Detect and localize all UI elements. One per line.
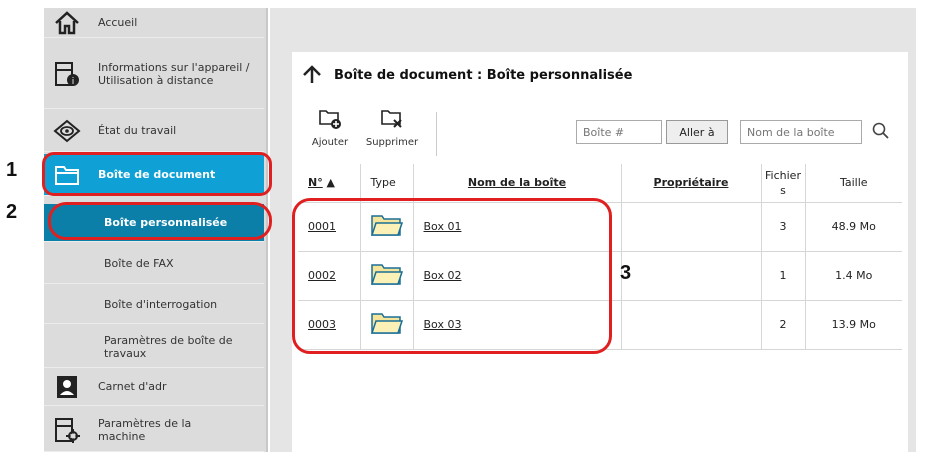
sidebar-item-label: Paramètres de boîte de travaux	[104, 333, 233, 360]
add-box-button[interactable]: Ajouter	[300, 108, 360, 148]
box-number-input[interactable]	[576, 120, 662, 144]
sidebar-item-polling-box[interactable]: Boîte d'interrogation	[44, 286, 264, 324]
page-header: Boîte de document : Boîte personnalisée	[302, 62, 632, 88]
box-owner	[621, 300, 762, 350]
add-folder-icon	[318, 108, 342, 133]
box-owner	[621, 202, 762, 252]
sidebar-item-job-status[interactable]: État du travail	[44, 110, 264, 152]
up-arrow-icon[interactable]	[302, 65, 322, 85]
column-number[interactable]: N° ▲	[298, 164, 361, 203]
delete-folder-icon	[380, 108, 404, 133]
sort-ascending-icon: ▲	[322, 176, 336, 190]
sidebar-item-fax-box[interactable]: Boîte de FAX	[44, 244, 264, 284]
home-icon	[52, 8, 82, 38]
callout-number-3: 3	[620, 262, 632, 284]
sidebar-item-label: Boîte d'interrogation	[104, 298, 218, 311]
sidebar-item-label: Carnet d'adr	[98, 380, 167, 393]
sidebar-item-label: Accueil	[98, 16, 138, 29]
page-title: Boîte de document : Boîte personnalisée	[334, 67, 633, 83]
sidebar-item-device-info[interactable]: i Informations sur l'appareil / Utilisat…	[44, 39, 264, 109]
sidebar-item-home[interactable]: Accueil	[44, 8, 264, 38]
address-book-icon	[52, 372, 82, 402]
box-size: 1.4 Mo	[805, 251, 902, 301]
box-size: 13.9 Mo	[805, 300, 902, 350]
sidebar-item-label: État du travail	[98, 124, 177, 137]
callout-outline-custom-box	[48, 202, 272, 240]
svg-text:i: i	[72, 77, 75, 87]
device-info-icon: i	[52, 59, 82, 89]
box-file-count: 1	[761, 251, 806, 301]
callout-number-1: 1	[6, 159, 18, 181]
box-owner	[621, 251, 762, 301]
box-name-search-input[interactable]	[740, 120, 862, 144]
goto-button[interactable]: Aller à	[666, 120, 728, 144]
delete-box-label: Supprimer	[365, 137, 419, 148]
sidebar-item-label: Paramètres de la machine	[98, 416, 192, 443]
box-file-count: 3	[761, 202, 806, 252]
job-status-icon	[52, 116, 82, 146]
add-box-label: Ajouter	[311, 137, 349, 148]
box-file-count: 2	[761, 300, 806, 350]
delete-box-button[interactable]: Supprimer	[362, 108, 422, 148]
column-type: Type	[360, 164, 414, 203]
column-files: Fichiers	[761, 164, 806, 203]
column-name[interactable]: Nom de la boîte	[413, 164, 622, 203]
column-owner[interactable]: Propriétaire	[621, 164, 762, 203]
table-header-row: N° ▲ Type Nom de la boîte Propriétaire F…	[298, 164, 902, 203]
toolbar-divider	[436, 112, 437, 156]
sidebar-item-machine-settings[interactable]: Paramètres de la machine	[44, 408, 264, 452]
search-icon[interactable]	[872, 122, 890, 143]
sidebar-item-job-box-settings[interactable]: Paramètres de boîte de travaux	[44, 326, 264, 368]
column-size: Taille	[805, 164, 902, 203]
callout-outline-document-box	[42, 152, 272, 196]
machine-settings-icon	[52, 415, 82, 445]
callout-outline-box-list	[292, 198, 612, 354]
callout-number-2: 2	[6, 201, 18, 223]
box-size: 48.9 Mo	[805, 202, 902, 252]
sidebar-item-label: Informations sur l'appareil / Utilisatio…	[98, 60, 250, 87]
sidebar-item-label: Boîte de FAX	[104, 257, 174, 270]
sidebar-item-address-book[interactable]: Carnet d'adr	[44, 368, 264, 406]
